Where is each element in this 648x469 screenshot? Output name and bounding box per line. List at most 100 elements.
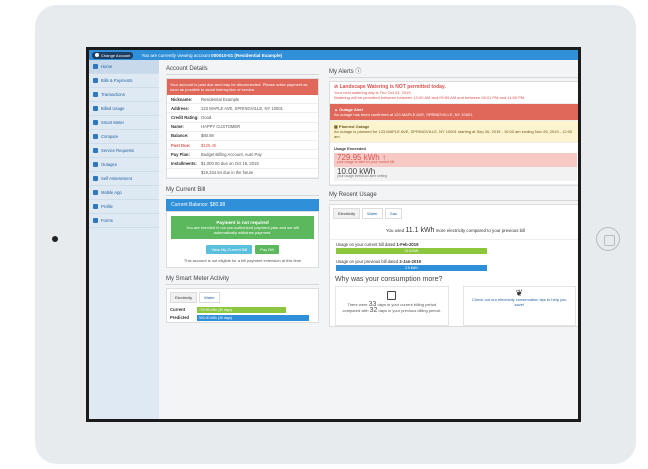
sidebar-item-label: Billed Usage bbox=[101, 106, 125, 111]
sidebar-item-billed-usage[interactable]: Billed Usage bbox=[89, 102, 159, 116]
past-due-alert: Your account is past due and may be disc… bbox=[167, 79, 318, 95]
sidebar-item-compare[interactable]: Compare bbox=[89, 130, 159, 144]
sidebar-item-bills-payments[interactable]: Bills & Payments bbox=[89, 74, 159, 88]
recent-usage-tabs: Electricity Water Gas bbox=[330, 205, 578, 222]
sidebar-item-mobile-app[interactable]: Mobile App bbox=[89, 186, 159, 200]
recent-usage-tab-gas[interactable]: Gas bbox=[384, 208, 402, 219]
meter-bar: 729.95 kWh (30 days) bbox=[197, 306, 286, 313]
recent-usage-tab-electricity[interactable]: Electricity bbox=[333, 208, 361, 219]
alerts-panel: ⊘ Landscape Watering is NOT permitted to… bbox=[329, 81, 578, 186]
account-detail-row: Balance: $80.98 bbox=[167, 132, 318, 141]
sidebar-item-label: Compare bbox=[101, 134, 119, 139]
threshold-sub: your usage threshold alert setting bbox=[337, 174, 388, 178]
account-detail-row: Installments: $1,000.00 due on Oct 19, 20… bbox=[167, 159, 318, 169]
sidebar-item-label: Smart Meter bbox=[101, 120, 125, 125]
sidebar-item-forms[interactable]: Forms bbox=[89, 214, 159, 228]
sidebar-item-label: Bills & Payments bbox=[101, 78, 133, 83]
smart-meter-tab-water[interactable]: Water bbox=[199, 291, 220, 303]
forms-icon bbox=[93, 218, 98, 223]
previous-bill-usage-label: Usage on your previous bill dated 2-Jan-… bbox=[336, 259, 421, 264]
detail-value: $1,000.00 due on Oct 19, 2019 bbox=[201, 160, 259, 166]
sidebar-item-label: Transactions bbox=[101, 92, 125, 97]
sidebar-item-service-requests[interactable]: Service Requests bbox=[89, 144, 159, 158]
smart-meter-tabs: Electricity Water bbox=[167, 289, 318, 306]
home-button[interactable] bbox=[596, 227, 620, 251]
account-detail-row: Past Due: $125.45 bbox=[167, 141, 318, 151]
detail-key: Installments: bbox=[171, 160, 197, 166]
detail-value: HAPPY CUSTOMER bbox=[201, 124, 241, 130]
current-bill-title: My Current Bill bbox=[166, 187, 319, 196]
sidebar-item-label: Service Requests bbox=[101, 148, 134, 153]
usage-exceeded-title: Usage Exceeded bbox=[334, 146, 366, 151]
why-cards: There were 33 days in your current billi… bbox=[330, 286, 578, 326]
detail-key: Balance: bbox=[171, 133, 189, 139]
current-bill-panel: Payment is not required You are enrolled… bbox=[166, 210, 319, 268]
recent-usage-panel: Electricity Water Gas You used 11.1 kWh mo… bbox=[329, 204, 578, 327]
sidebar-item-smart-meter[interactable]: Smart Meter bbox=[89, 116, 159, 130]
sidebar-item-home[interactable]: Home bbox=[89, 60, 159, 74]
account-details-panel: Your account is past due and may be disc… bbox=[166, 78, 319, 179]
meter-row-label: Current bbox=[170, 307, 186, 313]
account-details-rows: Nickname: Residential Example Address: 123 … bbox=[167, 95, 318, 178]
detail-key: Credit Rating: bbox=[171, 114, 199, 120]
detail-key bbox=[171, 170, 201, 175]
detail-value: $80.98 bbox=[201, 133, 214, 139]
watering-alert: ⊘ Landscape Watering is NOT permitted to… bbox=[330, 82, 578, 104]
current-usage-bar: 13.6 kWh bbox=[336, 248, 487, 254]
usage-exceeded-value-box: 729.95 kWh ↑ your usage to date for your… bbox=[334, 153, 577, 167]
payment-not-required-body: You are enrolled in our pre-authorized p… bbox=[186, 224, 299, 235]
sidebar-item-outages[interactable]: Outages bbox=[89, 158, 159, 172]
detail-key: Pay Plan: bbox=[171, 151, 190, 157]
info-icon[interactable]: ⓘ bbox=[355, 69, 361, 75]
payment-not-required-box: Payment is not required You are enrolled… bbox=[171, 215, 314, 239]
usage-difference: 11.1 kWh bbox=[405, 227, 435, 234]
user-icon bbox=[93, 204, 98, 209]
meter-row-label: Predicted bbox=[170, 315, 190, 321]
conservation-tips-card[interactable]: ❦ Check out our electricity conservation… bbox=[462, 286, 576, 326]
sidebar-item-label: Self Assessment bbox=[101, 176, 132, 181]
detail-value: Residential Example bbox=[201, 96, 240, 102]
account-details-title: Account Details bbox=[166, 66, 319, 75]
account-detail-row: Name: HAPPY CUSTOMER bbox=[167, 123, 318, 132]
detail-key: Address: bbox=[171, 105, 190, 111]
tablet-screen: Change Account You are currently viewing… bbox=[86, 47, 581, 422]
sidebar-item-label: Outages bbox=[101, 162, 117, 167]
smart-meter-rows: Current 729.95 kWh (30 days) Predicted 900.… bbox=[167, 306, 318, 322]
outage-alert-body: An outage has been confirmed at 123 MAPL… bbox=[334, 112, 474, 117]
sidebar-item-transactions[interactable]: Transactions bbox=[89, 88, 159, 102]
view-current-bill-button[interactable]: View My Current Bill bbox=[206, 244, 253, 254]
change-account-label: Change Account bbox=[101, 52, 131, 58]
extension-note: This account is not eligible for a bill … bbox=[183, 257, 302, 263]
change-account-button[interactable]: Change Account bbox=[92, 51, 134, 59]
smart-meter-tab-electricity[interactable]: Electricity bbox=[170, 291, 198, 303]
bar-chart-icon bbox=[93, 106, 98, 111]
main-content: Account Details Your account is past due… bbox=[159, 60, 578, 419]
detail-key: Name: bbox=[171, 124, 184, 130]
usage-exceeded-alert: Usage Exceeded 729.95 kWh ↑ your usage t… bbox=[330, 143, 578, 185]
camera-dot bbox=[52, 236, 58, 242]
recent-usage-tab-water[interactable]: Water bbox=[362, 208, 383, 219]
detail-value: Good bbox=[201, 114, 212, 120]
detail-value: Budget Billing Account, Auto Pay bbox=[201, 151, 262, 157]
sidebar-item-label: Forms bbox=[101, 218, 113, 223]
app: Change Account You are currently viewing… bbox=[89, 50, 578, 419]
right-column: My Alerts ⓘ ⊘ Landscape Watering is NOT … bbox=[329, 66, 578, 327]
mobile-icon bbox=[93, 190, 98, 195]
meter-bar-track: 900.00 kWh (30 days) bbox=[197, 314, 315, 321]
viewing-account-message: You are currently viewing account 000010… bbox=[141, 52, 283, 58]
meter-row-current: Current 729.95 kWh (30 days) bbox=[167, 306, 318, 314]
threshold-box: 10.00 kWh your usage threshold alert set… bbox=[334, 167, 577, 181]
conservation-tips-link[interactable]: Check out our electricity conservation t… bbox=[472, 297, 567, 308]
calendar-icon bbox=[387, 291, 397, 300]
sidebar-item-profile[interactable]: Profile bbox=[89, 200, 159, 214]
home-icon bbox=[93, 64, 98, 69]
sidebar-item-self-assessment[interactable]: Self Assessment bbox=[89, 172, 159, 186]
detail-key: Past Due: bbox=[171, 142, 191, 148]
outage-alert: ▲ Outage Alert An outage has been confir… bbox=[330, 104, 578, 121]
usage-exceeded-sub: your usage to date for your current bill bbox=[337, 160, 395, 164]
list-icon bbox=[93, 92, 98, 97]
pay-bill-button[interactable]: Pay Bill bbox=[255, 244, 279, 254]
account-detail-row: Address: 123 MAPLE AVE, SPRINGVILLE, NY 1… bbox=[167, 104, 318, 114]
account-detail-row: Pay Plan: Budget Billing Account, Auto Pa… bbox=[167, 150, 318, 160]
account-detail-row: Nickname: Residential Example bbox=[167, 95, 318, 105]
